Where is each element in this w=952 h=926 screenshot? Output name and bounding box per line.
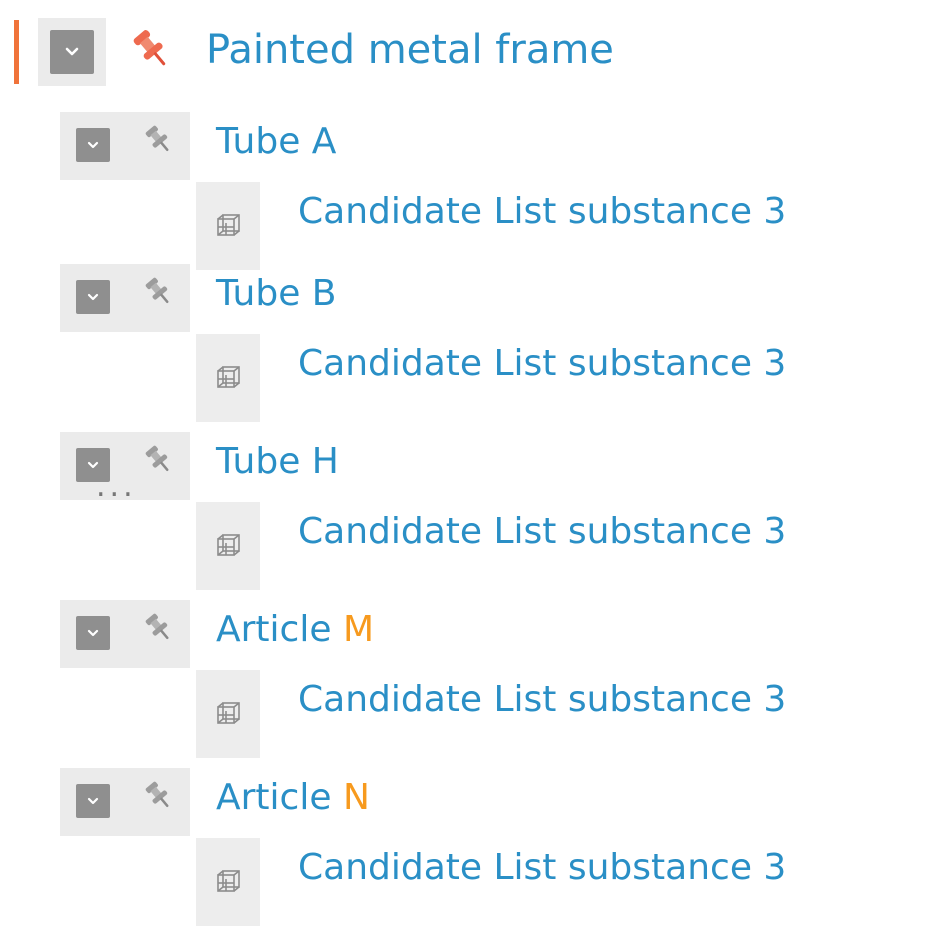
- substance-link[interactable]: Candidate List substance 3: [298, 850, 786, 886]
- item-collapse-button[interactable]: [76, 280, 110, 314]
- pushpin-icon: [145, 781, 169, 808]
- pushpin-icon: [145, 613, 169, 640]
- pushpin-icon: [145, 125, 169, 152]
- substance-link[interactable]: Candidate List substance 3: [298, 682, 786, 718]
- pushpin-icon-wrap: [140, 776, 176, 816]
- pushpin-icon: [145, 445, 169, 472]
- item-link[interactable]: Article M: [216, 612, 374, 648]
- substance-link[interactable]: Candidate List substance 3: [298, 194, 786, 230]
- item-label: Article: [216, 609, 343, 650]
- selected-indicator: [14, 20, 19, 84]
- chevron-down-icon: [87, 629, 99, 637]
- substance-icon: [217, 214, 240, 236]
- substance-link[interactable]: Candidate List substance 3: [298, 514, 786, 550]
- item-link[interactable]: Article N: [216, 780, 370, 816]
- substance-icon-area: [196, 502, 260, 590]
- item-collapse-button[interactable]: [76, 128, 110, 162]
- chevron-down-icon: [65, 47, 79, 56]
- chevron-down-icon: [87, 141, 99, 149]
- root-item-link[interactable]: Painted metal frame: [206, 30, 614, 70]
- pushpin-icon-wrap: [140, 120, 176, 160]
- item-label-suffix: M: [342, 609, 374, 650]
- pushpin-icon-wrap: [140, 608, 176, 648]
- pushpin-icon-wrap: [140, 272, 176, 312]
- item-link[interactable]: Tube B: [216, 276, 336, 312]
- chevron-down-icon: [87, 293, 99, 301]
- item-toggle-area: [60, 600, 190, 668]
- item-link[interactable]: Tube A: [216, 124, 336, 160]
- pushpin-icon: [145, 277, 169, 304]
- chevron-down-icon: [87, 797, 99, 805]
- item-label: Tube A: [216, 121, 337, 162]
- root-toggle-area: [38, 18, 106, 86]
- item-toggle-area: [60, 264, 190, 332]
- item-label: Article: [216, 777, 343, 818]
- item-toggle-area: [60, 112, 190, 180]
- substance-icon: [217, 870, 240, 892]
- substance-icon: [217, 534, 240, 556]
- substance-icon: [217, 702, 240, 724]
- item-link[interactable]: Tube H: [216, 444, 339, 480]
- item-toggle-area: [60, 768, 190, 836]
- pushpin-icon-wrap: [140, 440, 176, 480]
- substance-icon-area: [196, 838, 260, 926]
- substance-icon-area: [196, 334, 260, 422]
- substance-link[interactable]: Candidate List substance 3: [298, 346, 786, 382]
- article-tree: Painted metal frame Tube A Candidate List…: [0, 0, 952, 926]
- substance-icon: [217, 366, 240, 388]
- pushpin-icon: [133, 30, 166, 66]
- root-collapse-button[interactable]: [50, 30, 94, 74]
- item-label-suffix: N: [342, 777, 370, 818]
- item-collapse-button[interactable]: [76, 616, 110, 650]
- item-label: Tube B: [216, 273, 337, 314]
- more-items-ellipsis: ...: [96, 469, 137, 504]
- substance-icon-area: [196, 670, 260, 758]
- item-collapse-button[interactable]: [76, 784, 110, 818]
- item-label: Tube H: [216, 441, 339, 482]
- substance-icon-area: [196, 182, 260, 270]
